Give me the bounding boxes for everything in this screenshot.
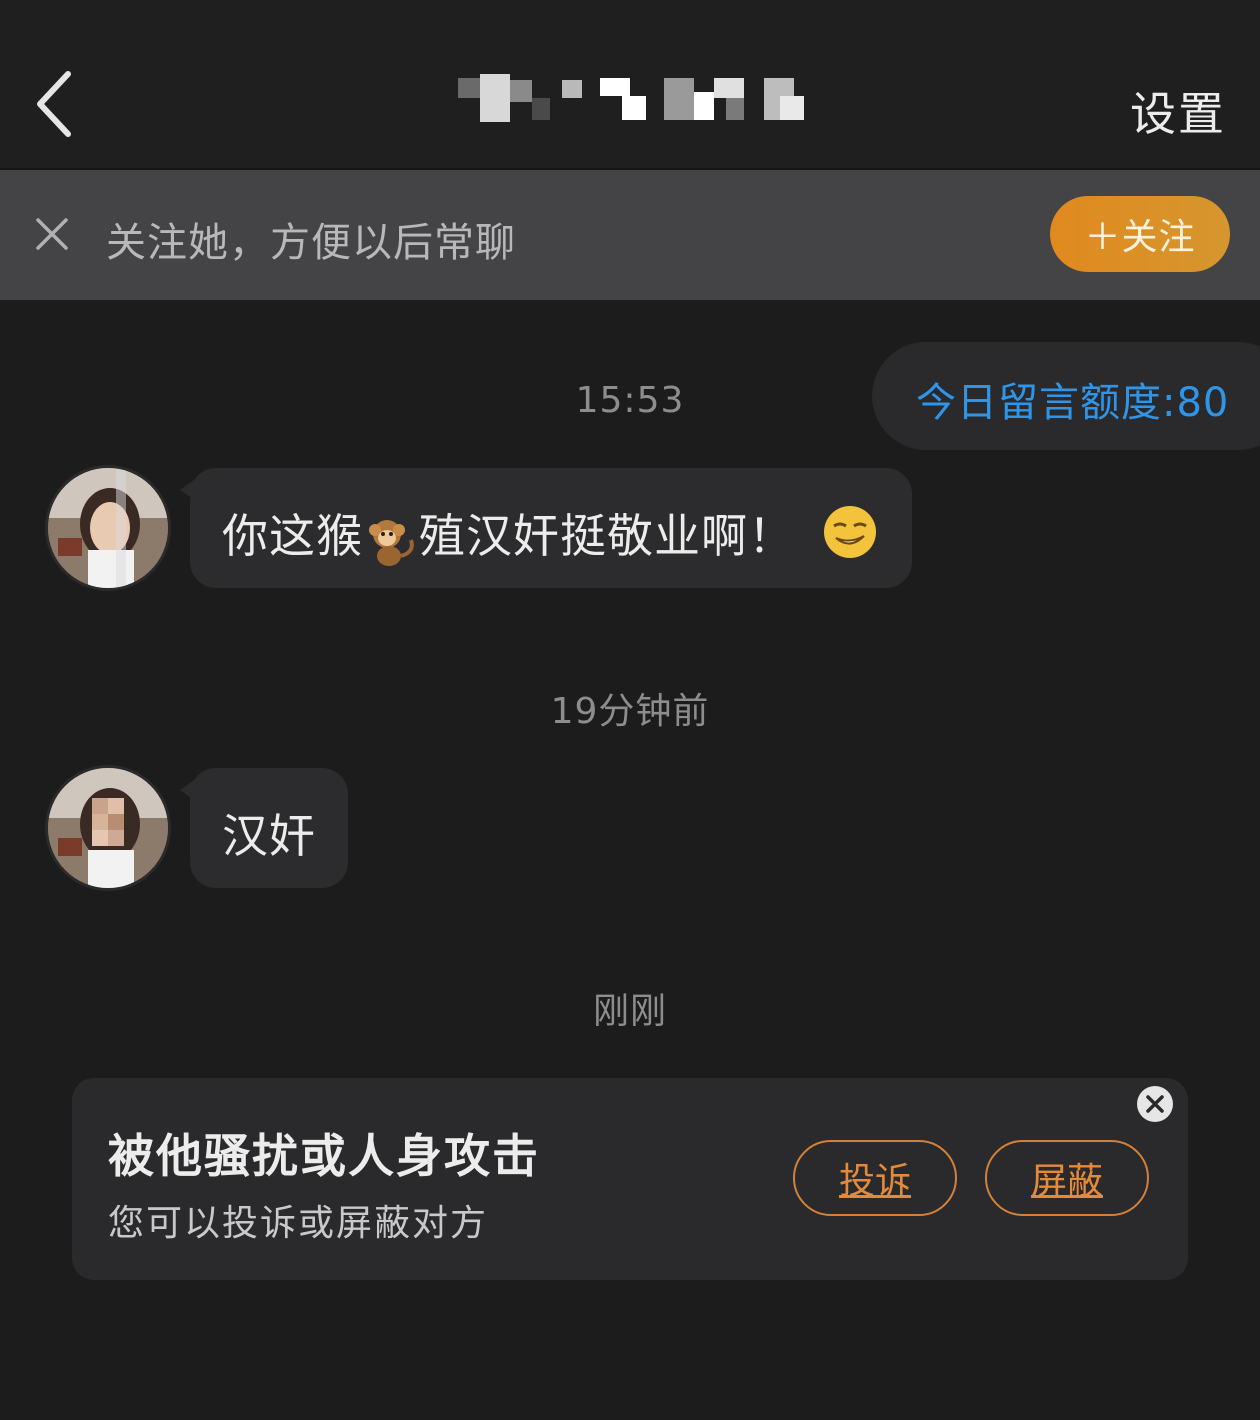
monkey-emoji-icon xyxy=(369,519,414,566)
message-text-before: 你这猴 xyxy=(222,509,363,563)
report-button[interactable]: 投诉 xyxy=(793,1140,957,1216)
smirk-emoji-icon xyxy=(824,506,876,558)
back-chevron-icon[interactable] xyxy=(30,64,90,144)
avatar-photo-icon xyxy=(48,768,168,888)
message-text: 你这猴 殖汉奸挺敬业啊！ xyxy=(222,500,795,568)
message-text: 汉奸 xyxy=(222,809,316,863)
message-text-after: 殖汉奸挺敬业啊！ xyxy=(419,509,795,563)
pixelated-title-mosaic xyxy=(458,74,804,122)
close-icon[interactable] xyxy=(1136,1085,1174,1123)
report-card-title: 被他骚扰或人身攻击 xyxy=(108,1129,540,1183)
follow-prompt-text: 关注她，方便以后常聊 xyxy=(106,220,516,266)
top-nav-bar: 设置 xyxy=(0,0,1260,170)
timestamp: 刚刚 xyxy=(592,991,667,1032)
avatar-photo-icon xyxy=(48,468,168,588)
follow-button[interactable]: ＋关注 xyxy=(1050,196,1230,272)
timestamp: 15:53 xyxy=(575,380,685,421)
block-button[interactable]: 屏蔽 xyxy=(985,1140,1149,1216)
chat-title xyxy=(450,70,810,126)
report-card-subtitle: 您可以投诉或屏蔽对方 xyxy=(108,1203,489,1244)
timestamp: 19分钟前 xyxy=(550,691,710,732)
close-icon[interactable] xyxy=(34,216,70,252)
avatar[interactable] xyxy=(48,768,168,888)
settings-button[interactable]: 设置 xyxy=(1130,78,1226,144)
avatar[interactable] xyxy=(48,468,168,588)
